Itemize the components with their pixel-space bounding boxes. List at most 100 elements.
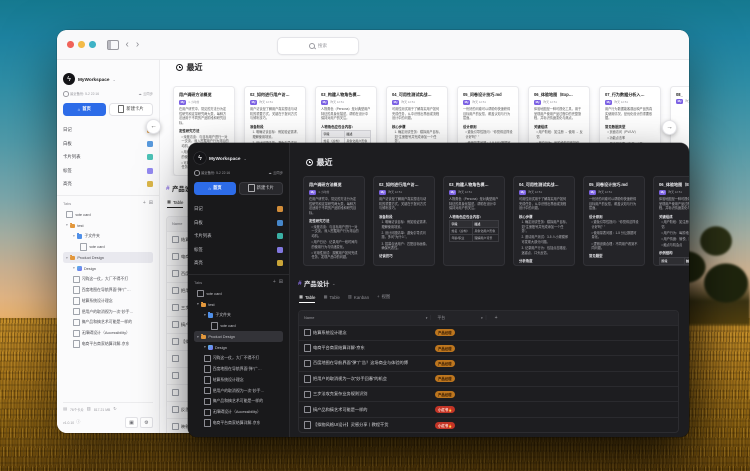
recent-card[interactable]: 05_问卷设计技巧.mdMy昨天 12:51一份好的问卷可以帮助你快速获得目标用…	[583, 176, 645, 266]
tree-item[interactable]: 电商平台商家结算详解-京东	[194, 418, 283, 429]
tree-item[interactable]: ▾子文件夹	[63, 231, 153, 242]
tree-item[interactable]: ▾Product Design	[63, 252, 153, 263]
sidebar-item-card-list[interactable]: 卡片列表	[194, 230, 283, 244]
caret-icon[interactable]: ▾	[73, 234, 75, 238]
tree-item[interactable]: ▾Design	[194, 342, 283, 353]
sidebar-item-highlights[interactable]: 高亮	[63, 178, 153, 192]
platform-tag[interactable]: 小红书🔥	[435, 406, 455, 413]
recent-card[interactable]: 04_可用性测试实战…My昨天 12:51可用性测试用于了解真实用户如何完成任务…	[513, 176, 575, 266]
new-folder-icon[interactable]: ⊞	[149, 201, 153, 206]
tree-item[interactable]: note card	[194, 320, 283, 331]
tree-item[interactable]: 闪购这一仗，大厂不得不打	[194, 353, 283, 364]
tree-item[interactable]: note card	[63, 209, 153, 220]
info-icon[interactable]: ⓘ	[76, 420, 80, 424]
settings-button[interactable]: ⚙	[140, 417, 153, 428]
caret-icon[interactable]: ▾	[197, 335, 199, 339]
sidebar-item-card-list[interactable]: 卡片列表	[63, 151, 153, 165]
home-button[interactable]: ⌂ 首页	[63, 103, 106, 116]
new-folder-icon[interactable]: ⊞	[279, 280, 283, 285]
new-card-button[interactable]: 新建卡片	[239, 182, 283, 195]
caret-icon[interactable]: ▾	[204, 313, 206, 317]
tree-item[interactable]: 把用户的取消视为一次“妙手…	[194, 385, 283, 396]
caret-icon[interactable]: ▾	[66, 256, 68, 260]
carousel-prev-button[interactable]: ←	[146, 119, 161, 134]
sidebar-item-tags[interactable]: 标签	[194, 243, 283, 257]
tree-item[interactable]: 百度地图在导航界面“弹”广…	[194, 364, 283, 375]
platform-tag[interactable]: 产品经理	[435, 391, 455, 398]
sidebar-item-diary[interactable]: 日记	[194, 203, 283, 217]
table-row[interactable]: 三步法攻克复杂业务规则识别产品经理	[299, 386, 678, 401]
workspace-switcher[interactable]: ϟ MyWorkspace ⌄	[63, 73, 153, 85]
add-column-icon[interactable]: +	[495, 315, 498, 321]
new-card-button[interactable]: 新建卡片	[109, 103, 154, 116]
zoom-button[interactable]	[89, 41, 96, 48]
sidebar-item-whiteboard[interactable]: 白板	[194, 216, 283, 230]
tree-item[interactable]: 无障碍设计（Accessibility）	[63, 328, 153, 339]
tab-kanban[interactable]: ▥ Kanban	[348, 295, 369, 303]
tree-item[interactable]: 搞产品和搞艺术可能是一样的	[194, 396, 283, 407]
sidebar-item-tags[interactable]: 标签	[63, 164, 153, 178]
tree-item[interactable]: ▾test	[194, 299, 283, 310]
forward-icon[interactable]: ›	[136, 40, 139, 50]
recent-card[interactable]: 02_如何进行用户访…My昨天 12:51用户访谈是了解用户真实想法与动机的重要…	[373, 176, 435, 266]
platform-tag[interactable]: 产品经理	[435, 329, 455, 336]
refresh-icon[interactable]: ↻	[113, 407, 117, 411]
cloud-sync-button[interactable]: ☁ 云同步	[268, 170, 283, 175]
platform-tag[interactable]: 产品经理	[435, 375, 455, 382]
tree-item[interactable]: 搞产品和搞艺术可能是一样的	[63, 317, 153, 328]
sidebar-item-diary[interactable]: 日记	[63, 124, 153, 138]
table-row[interactable]: 结算系统设计理念产品经理	[299, 325, 678, 340]
platform-tag[interactable]: 小红书🔥	[435, 422, 455, 429]
tree-item[interactable]: 百度地图在导航界面“弹”广…	[63, 285, 153, 296]
tree-item[interactable]: ▾test	[63, 220, 153, 231]
shortcuts-button[interactable]: ▣	[125, 417, 138, 428]
table-row[interactable]: 把用户的取消视为一次“妙手回春”的机会产品经理	[299, 371, 678, 386]
tab-table-1[interactable]: ▦ Table	[167, 200, 183, 208]
sidebar-toggle-icon[interactable]	[107, 40, 119, 50]
table-row[interactable]: 【拟物风格UI设计】灵感分享丨教程干货小红书🔥	[299, 417, 678, 432]
back-icon[interactable]: ‹	[126, 40, 129, 50]
tree-item[interactable]: note card	[63, 241, 153, 252]
recent-card[interactable]: 03_构建人物角色模…My昨天 12:51人物角色（Persona）是对典型用户…	[443, 176, 505, 266]
add-tab-icon[interactable]: +	[273, 280, 276, 285]
cloud-sync-button[interactable]: ☁ 云同步	[138, 91, 153, 96]
add-tab-icon[interactable]: +	[143, 201, 146, 206]
tree-item[interactable]: 结算系统设计理念	[63, 295, 153, 306]
tree-item[interactable]: note card	[194, 288, 283, 299]
recent-card[interactable]: 用户调研方法概览My1 小时前在用户研究中，常见的方法分为定性研究和定量研究两大…	[303, 176, 365, 266]
backup-label: 最近备份: 5-2 22:16	[70, 91, 99, 96]
recent-card[interactable]: 06_体验地图（Exp…My昨天 12:51体验地图是一种可视化工具，用于呈现用…	[653, 176, 689, 266]
tree-item[interactable]: 结算系统设计理念	[194, 374, 283, 385]
tree-item[interactable]: 无障碍设计（Accessibility）	[194, 407, 283, 418]
carousel-next-button[interactable]: →	[662, 120, 677, 135]
add-view-button[interactable]: + 视图	[377, 294, 390, 303]
tab-table-2[interactable]: ▦ Table	[323, 295, 339, 303]
caret-icon[interactable]: ▾	[204, 345, 206, 349]
tree-item[interactable]: ▾子文件夹	[194, 310, 283, 321]
filter-icon[interactable]: ▼	[481, 316, 484, 320]
filter-icon[interactable]: ▼	[425, 316, 428, 320]
collection-heading[interactable]: # 产品设计 ⌄	[298, 279, 679, 288]
search-input[interactable]: 搜索	[277, 37, 359, 55]
caret-icon[interactable]: ▾	[197, 302, 199, 306]
workspace-switcher[interactable]: ϟ MyWorkspace ⌄	[194, 152, 283, 164]
doc-icon	[172, 389, 179, 397]
tree-item[interactable]: 闪购这一仗，大厂不得不打	[63, 274, 153, 285]
tree-item[interactable]: ▾Product Design	[194, 331, 283, 342]
platform-tag[interactable]: 产品经理	[435, 345, 455, 352]
close-button[interactable]	[67, 41, 74, 48]
table-row[interactable]: 百度地图在导航界面“弹”广告？这场商业与体验的博产品经理	[299, 355, 678, 370]
minimize-button[interactable]	[78, 41, 85, 48]
table-row[interactable]: 电商平台商家结算详解-京东产品经理	[299, 340, 678, 355]
tree-item[interactable]: ▾Design	[63, 263, 153, 274]
tree-item[interactable]: 电商平台商家结算详解-京东	[63, 339, 153, 350]
tree-item[interactable]: 把用户的取消视为一次“妙手…	[63, 306, 153, 317]
caret-icon[interactable]: ▾	[66, 223, 68, 227]
caret-icon[interactable]: ▾	[73, 266, 75, 270]
tab-table-1[interactable]: ▦ Table	[299, 295, 315, 303]
home-button[interactable]: ⌂ 首页	[194, 182, 236, 195]
sidebar-item-highlights[interactable]: 高亮	[194, 257, 283, 271]
sidebar-item-whiteboard[interactable]: 白板	[63, 137, 153, 151]
platform-tag[interactable]: 产品经理	[435, 360, 455, 367]
table-row[interactable]: 搞产品和搞艺术可能是一样的小红书🔥	[299, 401, 678, 416]
